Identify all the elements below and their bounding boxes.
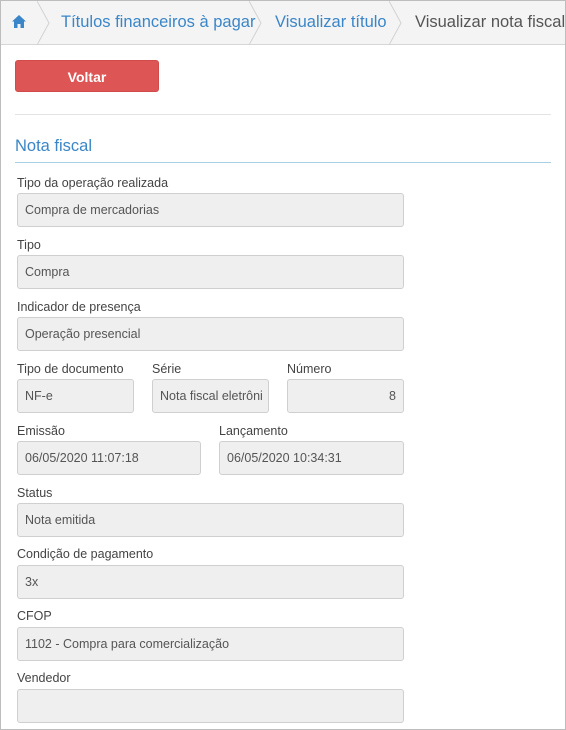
lancamento-label: Lançamento bbox=[219, 424, 288, 438]
lancamento-field[interactable]: 06/05/2020 10:34:31 bbox=[219, 441, 404, 475]
vendedor-field[interactable] bbox=[17, 689, 404, 723]
emissao-label: Emissão bbox=[17, 424, 65, 438]
breadcrumb-separator bbox=[249, 1, 262, 45]
numero-field[interactable]: 8 bbox=[287, 379, 404, 413]
cfop-field[interactable]: 1102 - Compra para comercialização bbox=[17, 627, 404, 661]
breadcrumb-item-current: Visualizar nota fiscal bbox=[415, 13, 566, 31]
breadcrumb-item-titulos[interactable]: Títulos financeiros à pagar bbox=[61, 1, 255, 44]
breadcrumb-home[interactable] bbox=[1, 1, 37, 44]
condicao-pagamento-label: Condição de pagamento bbox=[17, 547, 154, 561]
page-frame: Títulos financeiros à pagar Visualizar t… bbox=[0, 0, 566, 730]
vendedor-label: Vendedor bbox=[17, 671, 71, 685]
breadcrumb-separator bbox=[389, 1, 402, 45]
emissao-field[interactable]: 06/05/2020 11:07:18 bbox=[17, 441, 201, 475]
status-field[interactable]: Nota emitida bbox=[17, 503, 404, 537]
cfop-label: CFOP bbox=[17, 609, 52, 623]
tipo-field[interactable]: Compra bbox=[17, 255, 404, 289]
tipo-operacao-field[interactable]: Compra de mercadorias bbox=[17, 193, 404, 227]
divider bbox=[15, 114, 551, 115]
indicador-presenca-label: Indicador de presença bbox=[17, 300, 141, 314]
section-divider bbox=[15, 162, 551, 163]
breadcrumb: Títulos financeiros à pagar Visualizar t… bbox=[1, 1, 565, 45]
tipo-documento-label: Tipo de documento bbox=[17, 362, 124, 376]
serie-label: Série bbox=[152, 362, 182, 376]
breadcrumb-item-visualizar-titulo[interactable]: Visualizar título bbox=[275, 1, 387, 44]
status-label: Status bbox=[17, 486, 53, 500]
tipo-label: Tipo bbox=[17, 238, 41, 252]
tipo-operacao-label: Tipo da operação realizada bbox=[17, 176, 169, 190]
back-button[interactable]: Voltar bbox=[15, 60, 159, 92]
home-icon bbox=[12, 15, 26, 28]
section-title: Nota fiscal bbox=[15, 137, 93, 155]
condicao-pagamento-field[interactable]: 3x bbox=[17, 565, 404, 599]
numero-label: Número bbox=[287, 362, 332, 376]
indicador-presenca-field[interactable]: Operação presencial bbox=[17, 317, 404, 351]
breadcrumb-separator bbox=[37, 1, 50, 45]
tipo-documento-field[interactable]: NF-e bbox=[17, 379, 134, 413]
serie-field[interactable]: Nota fiscal eletrôni bbox=[152, 379, 269, 413]
